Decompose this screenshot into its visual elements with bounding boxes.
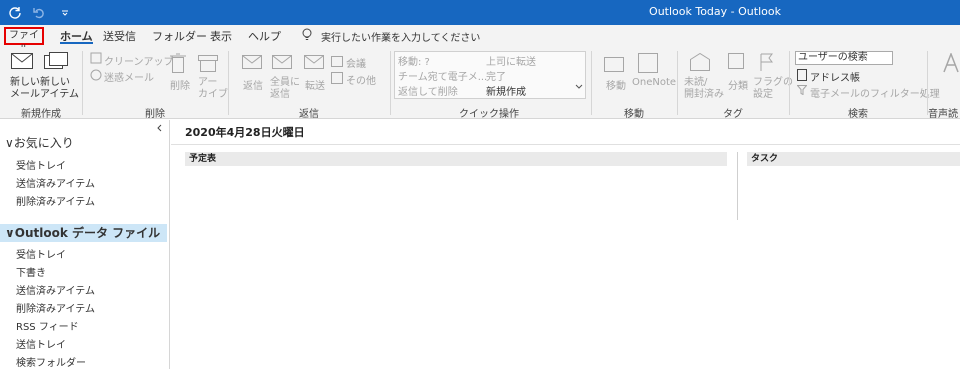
title-bar: Outlook Today - Outlook xyxy=(0,0,960,25)
filter-icon xyxy=(796,85,808,98)
favorite-inbox[interactable]: 受信トレイ xyxy=(16,157,66,172)
folder-inbox[interactable]: 受信トレイ xyxy=(16,246,66,261)
group-label-delete: 削除 xyxy=(145,109,165,120)
read-aloud-icon xyxy=(942,51,960,76)
tab-home[interactable]: ホーム xyxy=(60,28,93,44)
move-button[interactable]: 移動 xyxy=(606,77,626,92)
categorize-button[interactable]: 分類 xyxy=(728,77,748,92)
favorite-sent-items[interactable]: 送信済みアイテム xyxy=(16,175,95,190)
flag-button[interactable]: フラグの 設定 xyxy=(753,77,793,101)
onenote-icon xyxy=(638,53,658,76)
meeting-icon xyxy=(331,55,343,70)
tell-me-input[interactable]: 実行したい作業を入力してください xyxy=(321,29,480,44)
new-mail-button[interactable]: 新しい メール xyxy=(10,77,40,101)
collapse-pane-icon[interactable] xyxy=(156,122,164,135)
forward-button[interactable]: 転送 xyxy=(305,77,325,92)
quick-step-reply-delete[interactable]: 返信して削除 xyxy=(398,83,458,98)
folder-outbox[interactable]: 送信トレイ xyxy=(16,336,66,351)
folder-rss-feeds[interactable]: RSS フィード xyxy=(16,318,79,333)
tab-folder[interactable]: フォルダー xyxy=(152,28,207,44)
chevron-down-icon: ∨ xyxy=(5,226,15,240)
new-mail-icon xyxy=(11,53,33,72)
unread-read-button[interactable]: 未読/ 開封済み xyxy=(684,77,724,101)
more-icon xyxy=(331,72,343,87)
archive-button[interactable]: アー カイブ xyxy=(198,77,228,101)
favorite-deleted-items[interactable]: 削除済みアイテム xyxy=(16,193,95,208)
tab-file[interactable]: ファイル xyxy=(4,27,44,55)
delete-icon xyxy=(170,53,186,76)
folder-sent-items[interactable]: 送信済みアイテム xyxy=(16,282,95,297)
flag-icon xyxy=(760,53,774,74)
forward-icon xyxy=(304,55,324,74)
tasks-header[interactable]: タスク xyxy=(747,152,960,166)
ribbon: 新しい メール 新しい アイテム 新規作成 クリーンアップ 迷惑メール 削除 ア… xyxy=(0,47,960,120)
gallery-expand-icon[interactable] xyxy=(574,81,584,94)
reply-icon xyxy=(242,55,262,74)
lightbulb-icon xyxy=(302,28,312,45)
filter-email-button[interactable]: 電子メールのフィルター処理 xyxy=(810,85,940,100)
favorites-header[interactable]: ∨お気に入り xyxy=(5,134,74,151)
more-button[interactable]: その他 xyxy=(346,72,376,87)
group-label-find: 検索 xyxy=(848,109,868,120)
delete-button[interactable]: 削除 xyxy=(170,77,190,92)
new-items-button[interactable]: 新しい アイテム xyxy=(40,77,79,101)
move-icon xyxy=(604,53,624,76)
onenote-button[interactable]: OneNote xyxy=(632,77,676,88)
cleanup-button[interactable]: クリーンアップ xyxy=(104,53,174,68)
folder-deleted-items[interactable]: 削除済みアイテム xyxy=(16,300,95,315)
quick-step-create-new[interactable]: 新規作成 xyxy=(486,83,526,98)
new-items-icon xyxy=(44,52,68,75)
data-file-header[interactable]: ∨Outlook データ ファイル xyxy=(0,224,167,242)
junk-button[interactable]: 迷惑メール xyxy=(104,69,154,84)
search-people-input[interactable]: ユーザーの検索 xyxy=(795,51,893,65)
header-divider xyxy=(171,144,960,145)
menu-bar: ファイル ホーム 送受信 フォルダー 表示 ヘルプ 実行したい作業を入力してくだ… xyxy=(0,25,960,55)
window-title: Outlook Today - Outlook xyxy=(649,5,781,18)
calendar-header[interactable]: 予定表 xyxy=(185,152,727,166)
quick-step-to-manager[interactable]: 上司に転送 xyxy=(486,53,536,68)
address-book-icon xyxy=(797,69,807,84)
cleanup-icon xyxy=(90,52,102,67)
group-label-new: 新規作成 xyxy=(21,109,61,120)
folder-search-folders[interactable]: 検索フォルダー xyxy=(16,354,86,369)
folder-drafts[interactable]: 下書き xyxy=(16,264,46,279)
quick-step-move[interactable]: 移動: ? xyxy=(398,53,430,68)
archive-icon xyxy=(198,53,218,76)
junk-icon xyxy=(90,69,102,84)
reply-button[interactable]: 返信 xyxy=(243,77,263,92)
tab-help[interactable]: ヘルプ xyxy=(248,28,281,44)
meeting-button[interactable]: 会議 xyxy=(346,55,366,70)
quick-step-done[interactable]: 完了 xyxy=(486,68,506,83)
outlook-today-pane: 2020年4月28日火曜日 予定表 タスク xyxy=(171,120,960,369)
group-label-tags: タグ xyxy=(723,109,743,120)
group-label-respond: 返信 xyxy=(299,109,319,120)
group-label-speech: 音声読 xyxy=(928,109,958,120)
column-divider xyxy=(737,152,738,220)
address-book-button[interactable]: アドレス帳 xyxy=(810,69,860,84)
categorize-icon xyxy=(728,53,744,72)
today-date: 2020年4月28日火曜日 xyxy=(185,126,305,139)
reply-all-button[interactable]: 全員に 返信 xyxy=(270,77,300,101)
quick-step-team-email[interactable]: チーム宛て電子メ... xyxy=(398,68,487,83)
group-label-move: 移動 xyxy=(624,109,644,120)
tab-send-receive[interactable]: 送受信 xyxy=(103,28,136,44)
group-label-quick-steps: クイック操作 xyxy=(459,109,519,120)
unread-icon xyxy=(690,52,710,74)
chevron-down-icon: ∨ xyxy=(5,136,14,150)
tab-view[interactable]: 表示 xyxy=(210,28,232,44)
folder-pane: ∨お気に入り 受信トレイ 送信済みアイテム 削除済みアイテム ∨Outlook … xyxy=(0,120,170,369)
reply-all-icon xyxy=(272,55,292,74)
